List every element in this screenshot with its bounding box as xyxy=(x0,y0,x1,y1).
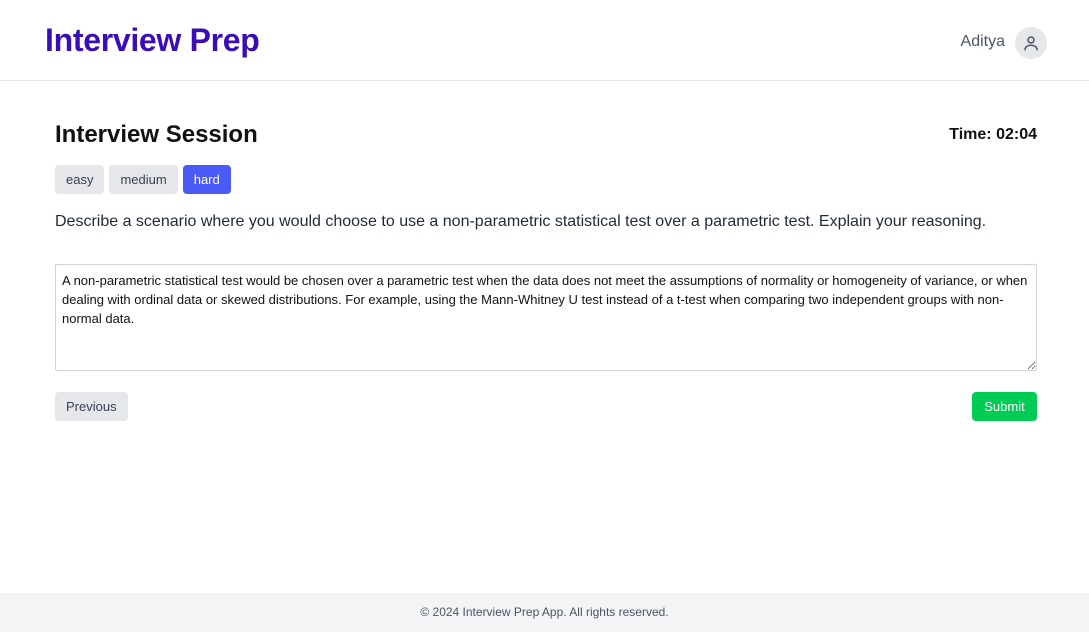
user-icon xyxy=(1024,36,1038,51)
top-navbar: Interview Prep Aditya xyxy=(0,0,1089,81)
user-name[interactable]: Aditya xyxy=(961,33,1005,51)
footer: © 2024 Interview Prep App. All rights re… xyxy=(0,593,1089,632)
timer: Time: 02:04 xyxy=(949,126,1037,143)
previous-button[interactable]: Previous xyxy=(55,392,128,421)
difficulty-hard-button[interactable]: hard xyxy=(182,165,231,194)
question-text: Describe a scenario where you would choo… xyxy=(55,213,987,230)
answer-textarea[interactable]: A non-parametric statistical test would … xyxy=(55,264,1037,371)
page-title: Interview Session xyxy=(55,121,258,148)
app-brand[interactable]: Interview Prep xyxy=(45,22,260,59)
difficulty-medium-button[interactable]: medium xyxy=(109,165,178,194)
footer-text: © 2024 Interview Prep App. All rights re… xyxy=(420,605,669,619)
difficulty-easy-button[interactable]: easy xyxy=(55,165,105,194)
avatar[interactable] xyxy=(1015,27,1047,59)
difficulty-selector: easy medium hard xyxy=(55,165,231,194)
submit-button[interactable]: Submit xyxy=(972,392,1037,421)
